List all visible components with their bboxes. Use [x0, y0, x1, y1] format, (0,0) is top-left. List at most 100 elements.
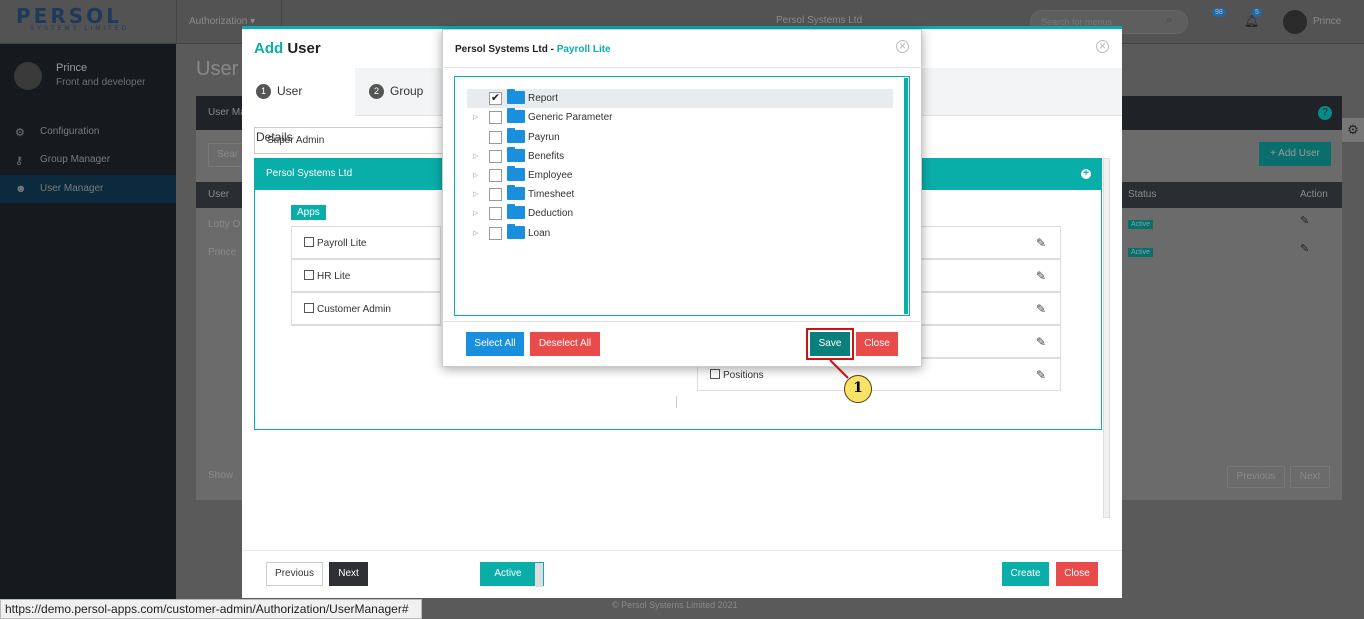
sidebar-user-role: Front and developer: [56, 77, 146, 88]
previous-button[interactable]: Previous: [266, 562, 323, 586]
persol-logo-subtitle: SYSTEMS LIMITED: [30, 26, 130, 32]
deselect-all-button[interactable]: Deselect All: [530, 332, 600, 356]
modal-close-button[interactable]: Close: [1056, 562, 1098, 586]
next-button[interactable]: Next: [329, 562, 368, 586]
modal-close-icon[interactable]: ✕: [1096, 40, 1109, 53]
users-icon: ☻: [15, 183, 27, 195]
sidebar-item-configuration[interactable]: Configuration: [0, 118, 176, 146]
tree-item-label: Report: [528, 93, 559, 104]
edit-icon[interactable]: ✎: [1036, 359, 1046, 392]
bg-previous-button[interactable]: Previous: [1227, 466, 1285, 488]
payroll-lite-checkbox[interactable]: [304, 237, 314, 247]
folder-icon: [507, 204, 525, 219]
expand-plus-icon[interactable]: +: [1081, 169, 1091, 179]
edit-icon[interactable]: ✎: [1036, 326, 1046, 359]
key-icon: ⚷: [15, 155, 24, 167]
active-toggle[interactable]: Active: [480, 562, 544, 587]
edit-icon[interactable]: ✎: [1036, 260, 1046, 293]
tree-item-employee[interactable]: ▷ Employee: [467, 166, 893, 185]
edit-icon[interactable]: ✎: [1300, 242, 1309, 255]
active-toggle-label: Active: [494, 568, 522, 579]
tree-item-payrun[interactable]: Payrun: [467, 128, 893, 147]
sidebar-item-group-manager[interactable]: Group Manager: [0, 146, 176, 174]
expand-triangle-icon[interactable]: ▷: [473, 224, 478, 243]
perm-label: Positions: [723, 370, 764, 381]
folder-icon: [507, 128, 525, 143]
expand-triangle-icon[interactable]: ▷: [473, 108, 478, 127]
select-all-button[interactable]: Select All: [466, 332, 524, 356]
dialog-close-icon[interactable]: ✕: [896, 40, 909, 53]
folder-icon: [507, 185, 525, 200]
hr-lite-checkbox[interactable]: [304, 270, 314, 280]
edit-icon[interactable]: ✎: [1300, 214, 1309, 227]
dialog-divider: [442, 67, 922, 68]
bell-icon[interactable]: 🔔︎: [1244, 14, 1259, 28]
persol-logo[interactable]: PERSOL: [16, 4, 122, 28]
tree-item-benefits[interactable]: ▷ Benefits: [467, 147, 893, 166]
payrun-checkbox[interactable]: [489, 131, 502, 144]
tree-item-loan[interactable]: ▷ Loan: [467, 224, 893, 243]
dialog-footer-divider: [442, 321, 922, 322]
benefits-checkbox[interactable]: [489, 150, 502, 163]
background-panel-label: User Ma: [208, 107, 246, 118]
apps-label: Apps: [291, 205, 326, 220]
expand-triangle-icon[interactable]: ▷: [473, 166, 478, 185]
deduction-checkbox[interactable]: [489, 207, 502, 220]
tree-item-label: Employee: [528, 170, 573, 181]
app-row-hr-lite[interactable]: HR Lite: [291, 259, 441, 292]
col-user: User: [208, 189, 230, 200]
tree-item-deduction[interactable]: ▷ Deduction: [467, 204, 893, 223]
report-checkbox[interactable]: ✔: [489, 92, 502, 105]
callout-highlight: [806, 328, 854, 360]
modal-scrollbar[interactable]: [1103, 158, 1110, 518]
expand-triangle-icon[interactable]: ▷: [473, 185, 478, 204]
positions-checkbox[interactable]: [710, 369, 720, 379]
status-badge: Active: [1128, 248, 1154, 257]
customer-admin-checkbox[interactable]: [304, 303, 314, 313]
edit-icon[interactable]: ✎: [1036, 227, 1046, 260]
dialog-close-button[interactable]: Close: [856, 332, 898, 356]
employee-checkbox[interactable]: [489, 169, 502, 182]
expand-triangle-icon[interactable]: ▷: [473, 147, 478, 166]
table-row: Prince: [208, 247, 237, 258]
company-selector[interactable]: Persol Systems Ltd: [776, 15, 862, 26]
user-menu[interactable]: Prince: [1313, 16, 1341, 27]
create-button[interactable]: Create: [1002, 562, 1049, 586]
tab-number: 2: [369, 84, 384, 100]
user-avatar[interactable]: [1283, 10, 1307, 34]
app-label: Payroll Lite: [317, 238, 367, 249]
tree-item-timesheet[interactable]: ▷ Timesheet: [467, 185, 893, 204]
dialog-title-company: Persol Systems Ltd -: [455, 44, 557, 55]
app-label: HR Lite: [317, 271, 351, 282]
edit-icon[interactable]: ✎: [1036, 293, 1046, 326]
search-icon: ⌕: [1166, 14, 1173, 26]
sidebar-item-label: User Manager: [40, 183, 104, 194]
col-status: Status: [1128, 189, 1157, 200]
app-row-payroll-lite[interactable]: Payroll Lite: [291, 226, 441, 259]
help-icon[interactable]: ?: [1318, 106, 1332, 120]
modal-title-prefix: Add: [254, 40, 284, 57]
tree-item-label: Loan: [528, 228, 551, 239]
footer-copyright: © Persol Systems Limited 2021: [612, 600, 738, 610]
tree-scrollbar[interactable]: [904, 78, 908, 314]
app-label: Customer Admin: [317, 304, 391, 315]
status-badge: Active: [1128, 220, 1154, 229]
generic-parameter-checkbox[interactable]: [489, 111, 502, 124]
expand-triangle-icon[interactable]: ▷: [473, 204, 478, 223]
role-select[interactable]: Super Admin: [254, 127, 444, 154]
app-row-customer-admin[interactable]: Customer Admin: [291, 292, 441, 325]
timesheet-checkbox[interactable]: [489, 188, 502, 201]
tab-user-details[interactable]: 1 User Details: [242, 68, 355, 144]
col-action: Action: [1300, 189, 1328, 200]
loan-checkbox[interactable]: [489, 227, 502, 240]
tab-group[interactable]: 2 Group: [355, 68, 437, 116]
add-user-button[interactable]: + Add User: [1259, 142, 1331, 166]
bg-next-button[interactable]: Next: [1290, 466, 1330, 488]
tree-item-label: Deduction: [528, 208, 574, 219]
table-row: Lotty O: [208, 219, 241, 230]
folder-icon: [507, 224, 525, 239]
tree-item-generic-parameter[interactable]: ▷ Generic Parameter: [467, 108, 893, 127]
settings-gear-icon[interactable]: ⚙: [1342, 118, 1364, 142]
tree-item-report[interactable]: ✔ Report: [467, 89, 893, 108]
modal-title-rest: User: [287, 40, 321, 57]
